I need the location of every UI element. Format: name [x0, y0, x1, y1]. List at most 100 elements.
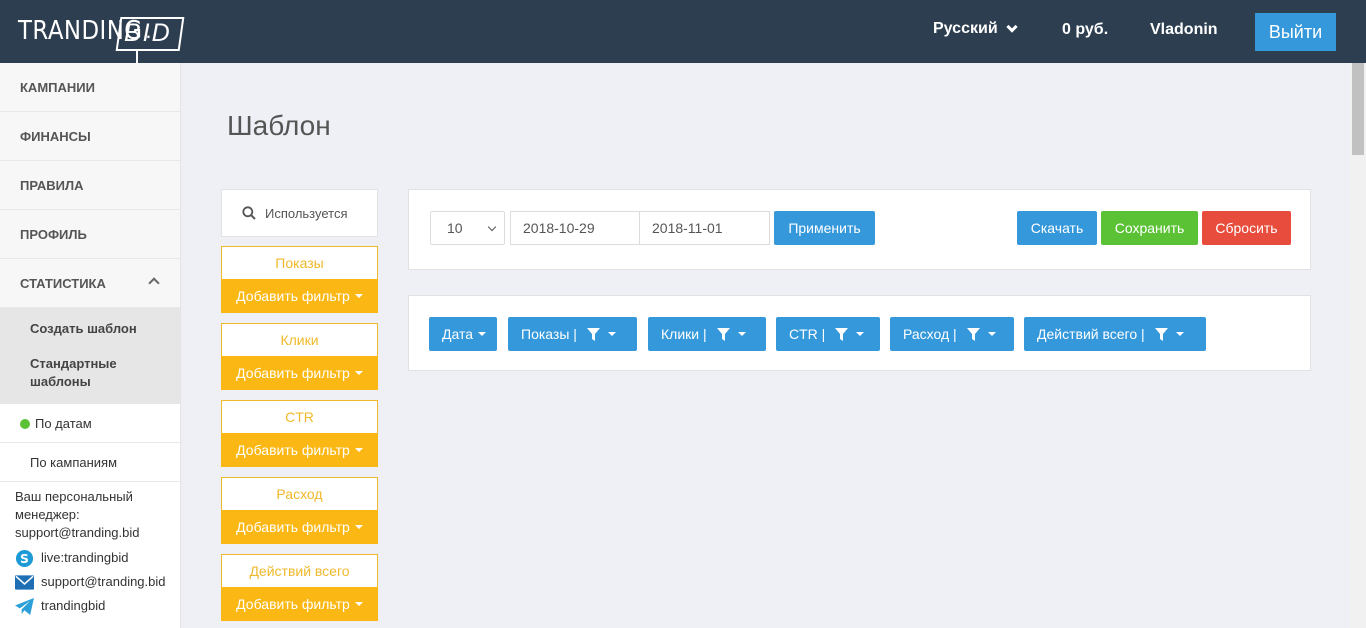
- apply-button[interactable]: Применить: [774, 211, 875, 245]
- support-email: support@tranding.bid: [41, 574, 166, 589]
- add-filter-button[interactable]: Добавить фильтр: [221, 356, 378, 390]
- manager-email[interactable]: support@tranding.bid: [15, 524, 180, 542]
- caret-down-icon: [737, 332, 746, 336]
- column-label: Расход |: [903, 326, 957, 342]
- caret-down-icon: [354, 294, 363, 298]
- skype-handle: live:trandingbid: [41, 550, 129, 565]
- chevron-down-icon: [1005, 21, 1018, 33]
- logo-accent-text: BID: [124, 19, 172, 47]
- sidebar-item-label: КАМПАНИИ: [20, 79, 95, 95]
- column-button-ctr[interactable]: CTR |: [776, 317, 880, 351]
- sidebar-item-campaigns[interactable]: КАМПАНИИ: [0, 63, 180, 112]
- caret-down-icon: [856, 332, 865, 336]
- filter-card-spend: Расход Добавить фильтр: [221, 477, 378, 544]
- column-label: Показы |: [521, 326, 577, 342]
- caret-down-icon: [1175, 332, 1184, 336]
- logout-button[interactable]: Выйти: [1255, 13, 1336, 51]
- page-title: Шаблон: [227, 110, 331, 141]
- filter-card-ctr: CTR Добавить фильтр: [221, 400, 378, 467]
- filter-icon: [966, 327, 980, 341]
- search-used-button[interactable]: Используется: [221, 189, 378, 237]
- sidebar-item-label: ПРОФИЛЬ: [20, 226, 87, 242]
- filter-title: Показы: [221, 246, 378, 279]
- chevron-up-icon: [148, 277, 160, 289]
- add-filter-button[interactable]: Добавить фильтр: [221, 587, 378, 621]
- email-contact[interactable]: support@tranding.bid: [15, 570, 180, 594]
- page-scrollbar[interactable]: [1350, 63, 1366, 628]
- logo[interactable]: TRANDING . BID: [18, 14, 185, 64]
- telegram-handle: trandingbid: [41, 598, 106, 613]
- sidebar-item-statistics[interactable]: СТАТИСТИКА: [0, 259, 180, 308]
- column-button-shows[interactable]: Показы |: [508, 317, 637, 351]
- column-label: CTR |: [789, 326, 826, 342]
- telegram-icon: [15, 597, 34, 615]
- save-button[interactable]: Сохранить: [1101, 211, 1198, 245]
- caret-down-icon: [478, 332, 487, 336]
- sidebar-item-rules[interactable]: ПРАВИЛА: [0, 161, 180, 210]
- top-header: TRANDING . BID Русский 0 руб. Vladonin В…: [0, 0, 1366, 64]
- caret-down-icon: [607, 332, 616, 336]
- caret-down-icon: [354, 602, 363, 606]
- filter-icon: [1154, 327, 1168, 341]
- column-label: Клики |: [661, 326, 707, 342]
- add-filter-label: Добавить фильтр: [236, 442, 350, 458]
- filter-icon: [586, 327, 600, 341]
- filter-icon: [716, 327, 730, 341]
- svg-text:S: S: [20, 551, 29, 565]
- sidebar: КАМПАНИИ ФИНАНСЫ ПРАВИЛА ПРОФИЛЬ СТАТИСТ…: [0, 63, 181, 628]
- filter-card-shows: Показы Добавить фильтр: [221, 246, 378, 313]
- add-filter-button[interactable]: Добавить фильтр: [221, 279, 378, 313]
- caret-down-icon: [987, 332, 996, 336]
- search-icon: [242, 206, 256, 220]
- caret-down-icon: [354, 371, 363, 375]
- sidebar-report-label: По кампаниям: [30, 454, 118, 470]
- column-button-actions[interactable]: Действий всего |: [1024, 317, 1206, 351]
- filter-title: Расход: [221, 477, 378, 510]
- date-from-input[interactable]: 2018-10-29: [510, 211, 640, 245]
- sidebar-report-by-dates[interactable]: По датам: [0, 404, 180, 443]
- date-to-input[interactable]: 2018-11-01: [639, 211, 770, 245]
- status-dot-icon: [20, 419, 30, 429]
- skype-icon: S: [15, 549, 34, 567]
- scrollbar-thumb[interactable]: [1352, 63, 1364, 155]
- add-filter-button[interactable]: Добавить фильтр: [221, 510, 378, 544]
- sidebar-report-label: По датам: [35, 415, 92, 431]
- caret-down-icon: [354, 448, 363, 452]
- column-button-spend[interactable]: Расход |: [890, 317, 1014, 351]
- page-size-select[interactable]: 10: [430, 211, 505, 245]
- sidebar-subitem-label: Стандартные шаблоны: [30, 356, 117, 389]
- sidebar-item-label: ПРАВИЛА: [20, 177, 84, 193]
- skype-contact[interactable]: S live:trandingbid: [15, 546, 180, 570]
- sidebar-item-label: СТАТИСТИКА: [20, 275, 106, 291]
- sidebar-report-by-campaigns[interactable]: По кампаниям: [0, 443, 180, 482]
- telegram-contact[interactable]: trandingbid: [15, 594, 180, 618]
- chevron-down-icon: [487, 222, 497, 232]
- language-selector[interactable]: Русский: [933, 20, 1018, 38]
- sidebar-subitem-label: Создать шаблон: [30, 320, 137, 336]
- add-filter-label: Добавить фильтр: [236, 596, 350, 612]
- filter-title: Клики: [221, 323, 378, 356]
- support-block: Ваш персональный менеджер: support@trand…: [15, 488, 180, 618]
- add-filter-label: Добавить фильтр: [236, 519, 350, 535]
- reset-button[interactable]: Сбросить: [1202, 211, 1291, 245]
- add-filter-button[interactable]: Добавить фильтр: [221, 433, 378, 467]
- sidebar-subitem-standard-templates[interactable]: Стандартные шаблоны: [0, 348, 180, 404]
- manager-label: Ваш персональный менеджер:: [15, 489, 133, 522]
- logo-stick: [136, 50, 138, 64]
- column-button-date[interactable]: Дата: [429, 317, 497, 351]
- column-label: Дата: [442, 326, 474, 342]
- username[interactable]: Vladonin: [1150, 21, 1218, 39]
- column-button-clicks[interactable]: Клики |: [648, 317, 766, 351]
- download-button[interactable]: Скачать: [1017, 211, 1097, 245]
- language-label: Русский: [933, 20, 998, 37]
- filter-icon: [835, 327, 849, 341]
- sidebar-item-profile[interactable]: ПРОФИЛЬ: [0, 210, 180, 259]
- mail-icon: [15, 574, 34, 590]
- filter-card-actions: Действий всего Добавить фильтр: [221, 554, 378, 621]
- sidebar-item-finance[interactable]: ФИНАНСЫ: [0, 112, 180, 161]
- sidebar-subitem-create-template[interactable]: Создать шаблон: [0, 308, 180, 348]
- add-filter-label: Добавить фильтр: [236, 365, 350, 381]
- page-size-value: 10: [447, 220, 463, 236]
- caret-down-icon: [354, 525, 363, 529]
- column-label: Действий всего |: [1037, 326, 1145, 342]
